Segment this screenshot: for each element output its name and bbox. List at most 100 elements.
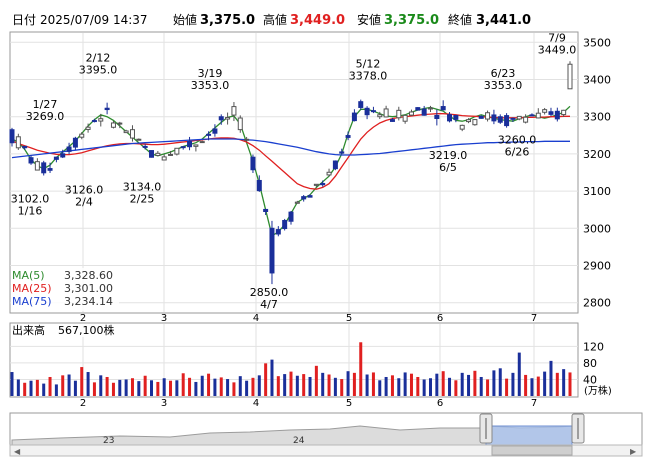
candle-body [206, 133, 212, 136]
volume-bar [226, 379, 230, 396]
volume-bar [562, 369, 566, 396]
candle-body [364, 107, 370, 116]
candle-body [377, 114, 383, 118]
candle-body [9, 129, 15, 144]
volume-bar [251, 377, 255, 396]
candle-body [212, 128, 218, 134]
candle-body [485, 112, 491, 120]
volume-bar [264, 363, 268, 396]
candle-body [199, 141, 205, 144]
candle-body [98, 118, 104, 122]
volume-bar [124, 379, 128, 396]
volume-label: 出来高 [12, 323, 45, 337]
candle-body [370, 110, 376, 113]
volume-value: 567,100株 [58, 323, 115, 337]
volume-bar [365, 374, 369, 396]
volume-y-tick-label: 120 [583, 340, 604, 353]
candle-body [117, 122, 123, 125]
volume-x-tick-label: 6 [437, 398, 443, 409]
price-annotation-label: 6/5 [439, 161, 457, 174]
candle-body [218, 116, 224, 121]
volume-bar [505, 378, 509, 396]
volume-bar [479, 376, 483, 396]
scroll-right-arrow-icon[interactable]: ▶ [630, 447, 637, 456]
price-annotation-label: 3449.0 [538, 43, 577, 56]
ma-legend: MA(5) 3,328.60 MA(25) 3,301.00 MA(75) 3,… [11, 268, 119, 311]
scroll-left-arrow-icon[interactable]: ◀ [14, 447, 21, 456]
header-low-value: 3,375.0 [384, 13, 439, 28]
volume-bar [568, 372, 572, 396]
volume-bar [549, 360, 553, 396]
volume-bar [238, 376, 242, 396]
price-x-tick-label: 7 [531, 313, 537, 324]
volume-y-tick-label: 80 [583, 357, 597, 370]
price-annotation-label: 2/4 [75, 195, 93, 208]
volume-bar [143, 375, 147, 396]
candle-body [396, 109, 402, 119]
candle-body [250, 156, 256, 171]
price-annotation-label: 3353.0 [484, 79, 523, 92]
candle-body [523, 116, 529, 123]
candle-body [123, 130, 129, 134]
header-close-label: 終値 [448, 12, 472, 27]
volume-bar [409, 373, 413, 396]
volume-bar [511, 372, 515, 396]
candle-body [282, 220, 288, 230]
candle-body [168, 153, 174, 156]
candle-body [180, 146, 186, 149]
volume-bar [302, 374, 306, 396]
price-y-axis: 3500 3400 3300 3200 3100 3000 2900 2800 [583, 36, 611, 309]
navigator-selection[interactable] [485, 425, 573, 446]
price-x-tick-label: 4 [253, 313, 259, 324]
candle-body [110, 122, 116, 128]
volume-bar [137, 381, 141, 396]
chart-canvas: 日付 2025/07/09 14:37 始値 3,375.0 高値 3,449.… [9, 12, 643, 457]
header-open-label: 始値 [173, 12, 197, 27]
candle-body [529, 114, 535, 117]
candle-body [332, 160, 338, 170]
volume-bar [314, 365, 318, 396]
volume-x-tick-label: 5 [346, 398, 352, 409]
candle-body [402, 114, 408, 122]
candle-body [161, 156, 167, 161]
candle-body [91, 120, 97, 123]
volume-bar [517, 352, 521, 396]
header-datetime: 2025/07/09 14:37 [40, 13, 148, 27]
candle-body [408, 111, 414, 116]
candle-body [510, 117, 516, 120]
volume-x-tick-label: 3 [161, 398, 167, 409]
stock-chart-widget: 日付 2025/07/09 14:37 始値 3,375.0 高値 3,449.… [0, 0, 653, 470]
candle-body [497, 116, 503, 123]
price-x-tick-label: 5 [346, 313, 352, 324]
header-high-value: 3,449.0 [290, 13, 345, 28]
candle-body [554, 110, 560, 120]
price-x-tick-label: 6 [437, 313, 443, 324]
volume-bar [448, 377, 452, 396]
scrollbar-thumb[interactable] [491, 445, 573, 456]
ma75-legend-value: 3,234.14 [64, 295, 113, 308]
volume-x-tick-label: 2 [80, 398, 86, 409]
candle-body [79, 133, 85, 138]
candle-body [53, 156, 59, 160]
volume-bar [321, 372, 325, 396]
volume-bar [340, 379, 344, 396]
volume-bar [543, 371, 547, 396]
volume-bar [35, 379, 39, 396]
candle-body [34, 161, 40, 171]
candle-body [263, 208, 269, 213]
volume-bar [16, 379, 20, 396]
candle-body [313, 183, 319, 186]
price-annotation-label: 2/25 [130, 192, 155, 205]
candle-body [187, 140, 193, 148]
candle-body [535, 112, 541, 119]
volume-bar [111, 382, 115, 396]
candle-body [294, 201, 300, 204]
volume-bar [435, 373, 439, 396]
volume-x-tick-label: 4 [253, 398, 259, 409]
volume-bar [333, 377, 337, 396]
candle-body [225, 116, 231, 120]
volume-bar [92, 382, 96, 396]
price-annotation-label: 3269.0 [26, 110, 65, 123]
candle-body [22, 145, 28, 149]
price-annotation-label: 3378.0 [349, 70, 388, 83]
